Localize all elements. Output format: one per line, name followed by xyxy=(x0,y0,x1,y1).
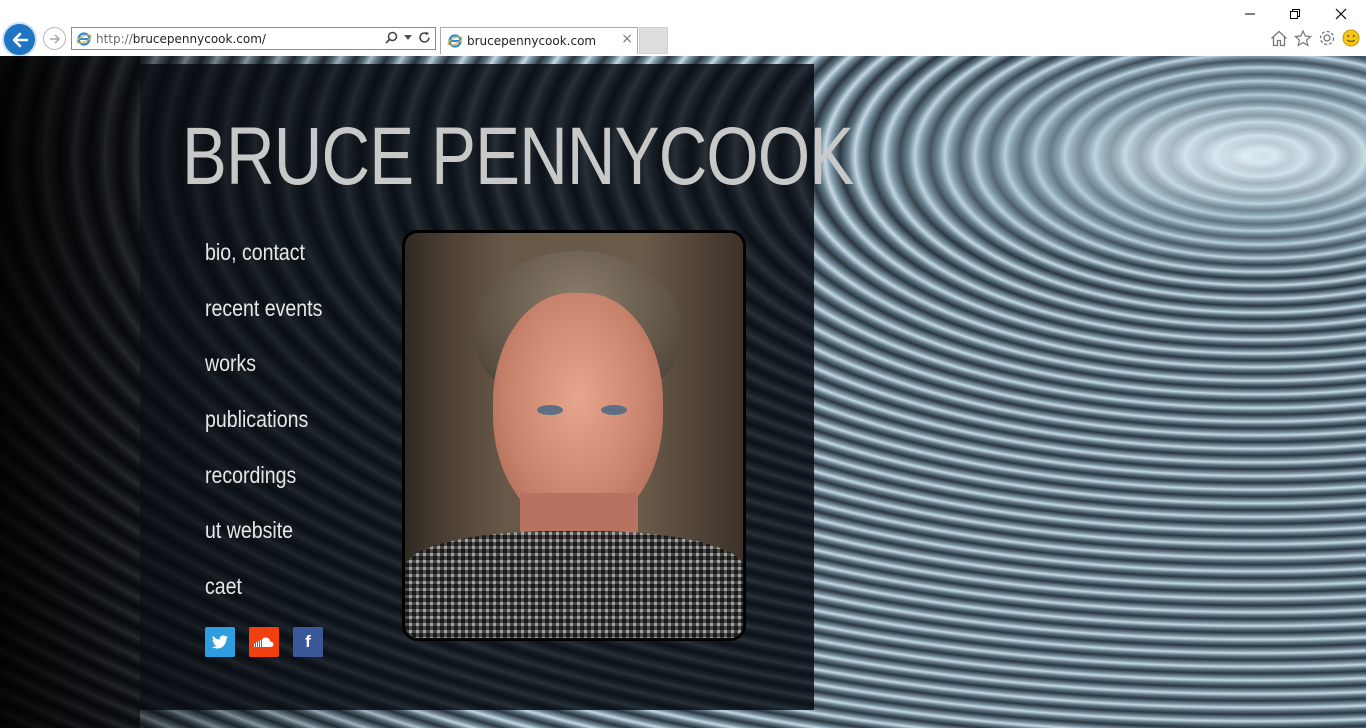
main-nav: bio, contact recent events works publica… xyxy=(205,239,343,629)
dropdown-chevron-icon[interactable] xyxy=(404,34,412,41)
settings-gear-icon[interactable] xyxy=(1318,29,1336,47)
nav-recent-events[interactable]: recent events xyxy=(205,295,322,351)
facebook-button[interactable]: f xyxy=(293,627,323,657)
back-arrow-icon xyxy=(12,32,28,47)
photo-shirt-pattern xyxy=(405,531,743,638)
url-protocol: http:// xyxy=(96,32,133,46)
ie-logo-icon xyxy=(447,34,463,48)
new-tab-button[interactable] xyxy=(639,27,668,54)
soundcloud-button[interactable] xyxy=(249,627,279,657)
restore-icon xyxy=(1290,9,1300,19)
close-window-button[interactable] xyxy=(1331,5,1351,23)
nav-recordings[interactable]: recordings xyxy=(205,462,322,518)
refresh-icon[interactable] xyxy=(418,31,431,44)
favorites-star-icon[interactable] xyxy=(1294,29,1312,47)
browser-chrome: http://brucepennycook.com/ brucepennycoo… xyxy=(0,0,1366,57)
twitter-icon xyxy=(211,635,228,649)
photo-eye-right xyxy=(601,405,627,415)
home-icon[interactable] xyxy=(1270,30,1288,47)
feedback-smiley-icon[interactable] xyxy=(1342,29,1360,47)
nav-ut-website[interactable]: ut website xyxy=(205,517,322,573)
tab-close-icon[interactable]: × xyxy=(621,31,633,47)
social-links: f xyxy=(205,627,323,657)
close-icon xyxy=(1335,8,1347,20)
browser-toolbar-icons xyxy=(1270,29,1360,47)
minimize-icon xyxy=(1245,13,1255,15)
address-bar[interactable]: http://brucepennycook.com/ xyxy=(71,27,436,50)
web-page: BRUCE PENNYCOOK bio, contact recent even… xyxy=(0,56,1366,728)
soundcloud-icon xyxy=(254,637,274,647)
address-url[interactable]: http://brucepennycook.com/ xyxy=(96,32,266,46)
site-title: BRUCE PENNYCOOK xyxy=(182,111,854,202)
url-host: brucepennycook.com/ xyxy=(132,32,266,46)
nav-caet[interactable]: caet xyxy=(205,573,322,629)
portrait-photo xyxy=(402,230,746,641)
background-shade xyxy=(0,56,140,728)
tab-title: brucepennycook.com xyxy=(467,34,597,48)
tab-brucepennycook[interactable]: brucepennycook.com × xyxy=(440,27,638,54)
nav-publications[interactable]: publications xyxy=(205,406,322,462)
back-button[interactable] xyxy=(2,22,37,57)
minimize-button[interactable] xyxy=(1240,5,1260,23)
nav-works[interactable]: works xyxy=(205,350,322,406)
nav-bio-contact[interactable]: bio, contact xyxy=(205,239,322,295)
ie-logo-icon xyxy=(76,32,92,46)
forward-arrow-icon xyxy=(49,33,60,44)
search-icon[interactable] xyxy=(385,31,398,44)
twitter-button[interactable] xyxy=(205,627,235,657)
restore-button[interactable] xyxy=(1285,5,1305,23)
photo-eye-left xyxy=(537,405,563,415)
facebook-icon: f xyxy=(305,632,311,651)
forward-button[interactable] xyxy=(43,27,66,50)
